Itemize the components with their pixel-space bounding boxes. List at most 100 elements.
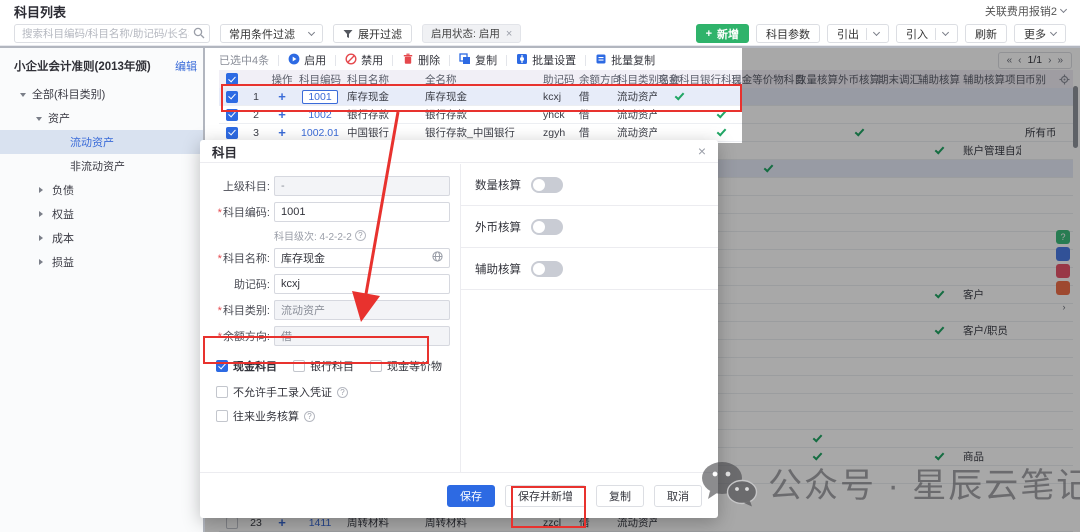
保存并新增-button[interactable]: 保存并新增: [505, 485, 586, 507]
checkbox-银行科目[interactable]: 银行科目: [293, 358, 354, 374]
top-bar: 科目列表 关联费用报销2: [0, 0, 1080, 22]
tree-item-负债[interactable]: 负债: [0, 178, 203, 202]
unchecked-checkbox[interactable]: [293, 360, 305, 372]
help-circle-icon[interactable]: ?: [337, 387, 348, 398]
batch-actions: 启用 禁用 删除 复制 批量设置 批量复制: [269, 52, 655, 68]
cell-name: 中国银行: [343, 124, 421, 141]
expand-plus-icon[interactable]: +: [278, 89, 286, 104]
cell-mnem: yhck: [539, 106, 575, 123]
subject-code[interactable]: 1002.01: [301, 127, 339, 139]
tree-item-流动资产[interactable]: 流动资产: [0, 130, 203, 154]
checkbox-label: 银行科目: [310, 358, 354, 374]
action-label: 批量设置: [532, 52, 576, 68]
row-checkbox[interactable]: [226, 91, 238, 103]
add-button[interactable]: +新增: [696, 24, 749, 43]
search-box[interactable]: [14, 24, 210, 43]
more-button[interactable]: 更多: [1014, 24, 1066, 43]
field-label: 上级科目:: [212, 178, 270, 194]
caret-down-icon[interactable]: [20, 93, 26, 100]
unchecked-checkbox[interactable]: [216, 386, 228, 398]
批量复制-action[interactable]: 批量复制: [595, 52, 655, 68]
subject-code[interactable]: 1001: [302, 90, 337, 104]
sidebar-header: 小企业会计准则(2013年颁) 编辑: [0, 48, 203, 82]
help-circle-icon[interactable]: ?: [355, 230, 366, 241]
cell-full: 银行存款: [421, 106, 539, 123]
tree-item-label: 负债: [52, 182, 74, 198]
col-header-op: 操作: [267, 70, 297, 88]
import-button[interactable]: 引入: [896, 24, 958, 43]
action-label: 复制: [475, 52, 497, 68]
export-button[interactable]: 引出: [827, 24, 889, 43]
close-icon[interactable]: ×: [698, 144, 706, 158]
status-filter-tag[interactable]: 启用状态: 启用 ×: [422, 24, 521, 43]
checkbox-不允许手工录入凭证[interactable]: 不允许手工录入凭证?: [216, 384, 460, 400]
edit-link[interactable]: 编辑: [175, 58, 197, 74]
checkbox-现金等价物[interactable]: 现金等价物: [370, 358, 442, 374]
form-field: *科目名称:库存现金: [212, 248, 460, 268]
取消-button[interactable]: 取消: [654, 485, 702, 507]
row-checkbox[interactable]: [226, 127, 238, 139]
subject-code[interactable]: 1002: [308, 109, 331, 121]
accounting-standard-title: 小企业会计准则(2013年颁): [14, 58, 151, 74]
divider: [585, 55, 586, 66]
toggle-switch-数量核算[interactable]: [531, 177, 563, 193]
expand-filter-button[interactable]: 展开过滤: [333, 24, 412, 43]
批量设置-action[interactable]: 批量设置: [516, 52, 576, 68]
refresh-button[interactable]: 刷新: [965, 24, 1007, 43]
复制-button[interactable]: 复制: [596, 485, 644, 507]
user-menu[interactable]: 关联费用报销2: [985, 3, 1066, 19]
common-filter-select[interactable]: 常用条件过滤: [220, 24, 323, 43]
required-marker: *: [218, 305, 222, 317]
caret-right-icon[interactable]: [39, 259, 46, 265]
复制-action[interactable]: 复制: [459, 52, 497, 68]
divider: [506, 55, 507, 66]
globe-icon[interactable]: [432, 251, 443, 265]
caret-right-icon[interactable]: [39, 187, 46, 193]
checkbox-往来业务核算[interactable]: 往来业务核算?: [216, 408, 460, 424]
expand-plus-icon[interactable]: +: [278, 125, 286, 140]
field-input-科目名称[interactable]: 库存现金: [274, 248, 450, 268]
checkbox-现金科目[interactable]: 现金科目: [216, 358, 277, 374]
search-input[interactable]: [14, 24, 210, 43]
启用-action[interactable]: 启用: [288, 52, 326, 68]
field-helper: 科目级次: 4-2-2-2?: [274, 228, 460, 242]
select-all-checkbox[interactable]: [226, 73, 238, 85]
删除-action[interactable]: 删除: [402, 52, 440, 68]
subject-type-checkboxes: 现金科目 银行科目现金等价物: [216, 356, 460, 376]
export-label: 引出: [837, 26, 859, 42]
field-input-余额方向: 借: [274, 326, 450, 346]
field-input-助记码[interactable]: kcxj: [274, 274, 450, 294]
modal-toggle-panel: 数量核算外币核算辅助核算: [460, 164, 718, 472]
checked-checkbox[interactable]: [216, 360, 228, 372]
field-label: 助记码:: [212, 276, 270, 292]
caret-right-icon[interactable]: [39, 235, 46, 241]
tree-item-非流动资产[interactable]: 非流动资产: [0, 154, 203, 178]
禁用-action[interactable]: 禁用: [345, 52, 383, 68]
tree-item-损益[interactable]: 损益: [0, 250, 203, 274]
cell-full: 银行存款_中国银行: [421, 124, 539, 141]
toggle-switch-外币核算[interactable]: [531, 219, 563, 235]
expand-plus-icon[interactable]: +: [278, 107, 286, 122]
unchecked-checkbox[interactable]: [370, 360, 382, 372]
subject-params-button[interactable]: 科目参数: [756, 24, 820, 43]
check-icon: [674, 90, 684, 100]
tree-item-资产[interactable]: 资产: [0, 106, 203, 130]
caret-down-icon[interactable]: [36, 117, 42, 124]
help-circle-icon[interactable]: ?: [304, 411, 315, 422]
form-field: *余额方向:借: [212, 326, 460, 346]
divider: [335, 55, 336, 66]
caret-right-icon[interactable]: [39, 211, 46, 217]
unchecked-checkbox[interactable]: [216, 410, 228, 422]
expand-filter-label: 展开过滤: [358, 26, 402, 42]
tree-item-权益[interactable]: 权益: [0, 202, 203, 226]
field-input-科目编码[interactable]: 1001: [274, 202, 450, 222]
cell-mnem: zgyh: [539, 124, 575, 141]
toggle-switch-辅助核算[interactable]: [531, 261, 563, 277]
保存-button[interactable]: 保存: [447, 485, 495, 507]
remove-filter-icon[interactable]: ×: [506, 28, 512, 40]
screen: 科目列表 关联费用报销2 常用条件过滤 展开过滤 启用状态: 启用 × +新增 …: [0, 0, 1080, 532]
tree-item-成本[interactable]: 成本: [0, 226, 203, 250]
row-checkbox[interactable]: [226, 109, 238, 121]
tree-item-全部(科目类别)[interactable]: 全部(科目类别): [0, 82, 203, 106]
chevron-down-icon: [308, 28, 315, 35]
